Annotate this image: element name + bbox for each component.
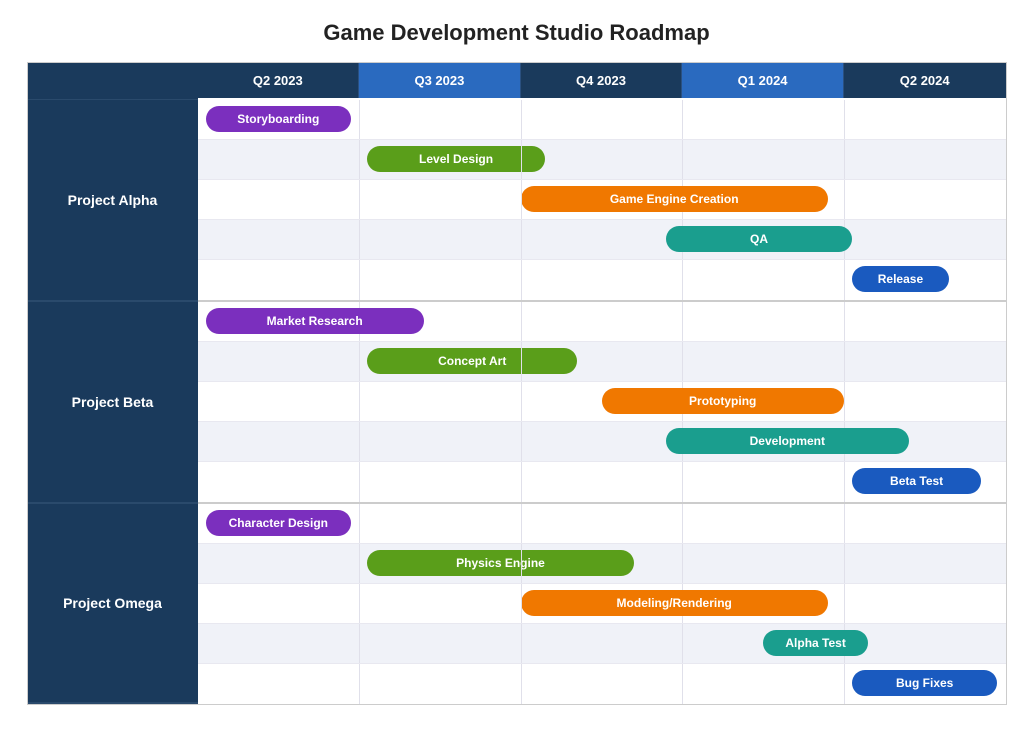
project-label-2: Project Omega (28, 504, 198, 704)
gantt-bar-1-2: Prototyping (602, 388, 844, 414)
project-rows-2: Character Design Physics Engine Modeling/R… (198, 504, 1006, 704)
col-guide-60 (682, 260, 683, 300)
task-row-1-0: Market Research (198, 302, 1006, 342)
header-quarters: Q2 2023Q3 2023Q4 2023Q1 2024Q2 2024 (198, 63, 1006, 100)
col-guide-60 (682, 100, 683, 139)
col-guide-60 (682, 624, 683, 663)
task-row-2-0: Character Design (198, 504, 1006, 544)
col-guide-60 (682, 342, 683, 381)
gantt-bar-2-2: Modeling/Rendering (521, 590, 828, 616)
task-row-0-1: Level Design (198, 140, 1006, 180)
col-guide-60 (682, 544, 683, 583)
col-guide-60 (682, 664, 683, 704)
chart-wrapper: Q2 2023Q3 2023Q4 2023Q1 2024Q2 2024 Proj… (27, 62, 1007, 705)
project-rows-0: Storyboarding Level Design Game Engine Cre… (198, 100, 1006, 302)
quarter-header-0: Q2 2023 (198, 63, 360, 98)
col-guide-80 (844, 100, 845, 139)
col-guide-60 (682, 140, 683, 179)
gantt-bar-1-1: Concept Art (367, 348, 577, 374)
col-guide-80 (844, 462, 845, 502)
header-label-spacer (28, 63, 198, 100)
col-guide-80 (844, 584, 845, 623)
col-guide-60 (682, 302, 683, 341)
task-row-1-2: Prototyping (198, 382, 1006, 422)
quarter-header-3: Q1 2024 (682, 63, 844, 98)
gantt-bar-0-4: Release (852, 266, 949, 292)
task-row-2-4: Bug Fixes (198, 664, 1006, 704)
quarter-header-1: Q3 2023 (359, 63, 521, 98)
gantt-bar-0-3: QA (666, 226, 852, 252)
col-guide-80 (844, 180, 845, 219)
gantt-bar-1-4: Beta Test (852, 468, 981, 494)
task-row-0-3: QA (198, 220, 1006, 260)
task-row-1-4: Beta Test (198, 462, 1006, 502)
task-row-0-4: Release (198, 260, 1006, 300)
gantt-bar-2-1: Physics Engine (367, 550, 634, 576)
project-rows-1: Market Research Concept Art Prototyping Dev… (198, 302, 1006, 504)
chart-grid: Q2 2023Q3 2023Q4 2023Q1 2024Q2 2024 (28, 63, 1006, 100)
col-guide-80 (844, 664, 845, 704)
gantt-bar-0-1: Level Design (367, 146, 545, 172)
project-label-0: Project Alpha (28, 100, 198, 302)
gantt-bar-2-0: Character Design (206, 510, 351, 536)
task-row-1-1: Concept Art (198, 342, 1006, 382)
projects-container: Project Alpha Storyboarding Level Design Ga… (28, 100, 1006, 704)
task-row-2-1: Physics Engine (198, 544, 1006, 584)
col-guide-80 (844, 260, 845, 300)
col-guide-80 (844, 140, 845, 179)
gantt-bar-1-3: Development (666, 428, 908, 454)
col-guide-80 (844, 382, 845, 421)
col-guide-80 (844, 544, 845, 583)
gantt-bar-0-0: Storyboarding (206, 106, 351, 132)
col-guide-60 (682, 462, 683, 502)
project-label-1: Project Beta (28, 302, 198, 504)
gantt-bar-2-4: Bug Fixes (852, 670, 997, 696)
quarter-header-4: Q2 2024 (844, 63, 1006, 98)
task-row-2-3: Alpha Test (198, 624, 1006, 664)
col-guide-80 (844, 302, 845, 341)
gantt-bar-0-2: Game Engine Creation (521, 186, 828, 212)
quarter-header-2: Q4 2023 (521, 63, 683, 98)
task-row-2-2: Modeling/Rendering (198, 584, 1006, 624)
task-row-0-2: Game Engine Creation (198, 180, 1006, 220)
task-row-1-3: Development (198, 422, 1006, 462)
page-title: Game Development Studio Roadmap (20, 20, 1013, 46)
task-row-0-0: Storyboarding (198, 100, 1006, 140)
gantt-bar-1-0: Market Research (206, 308, 424, 334)
col-guide-60 (682, 504, 683, 543)
col-guide-80 (844, 504, 845, 543)
col-guide-80 (844, 342, 845, 381)
gantt-bar-2-3: Alpha Test (763, 630, 868, 656)
